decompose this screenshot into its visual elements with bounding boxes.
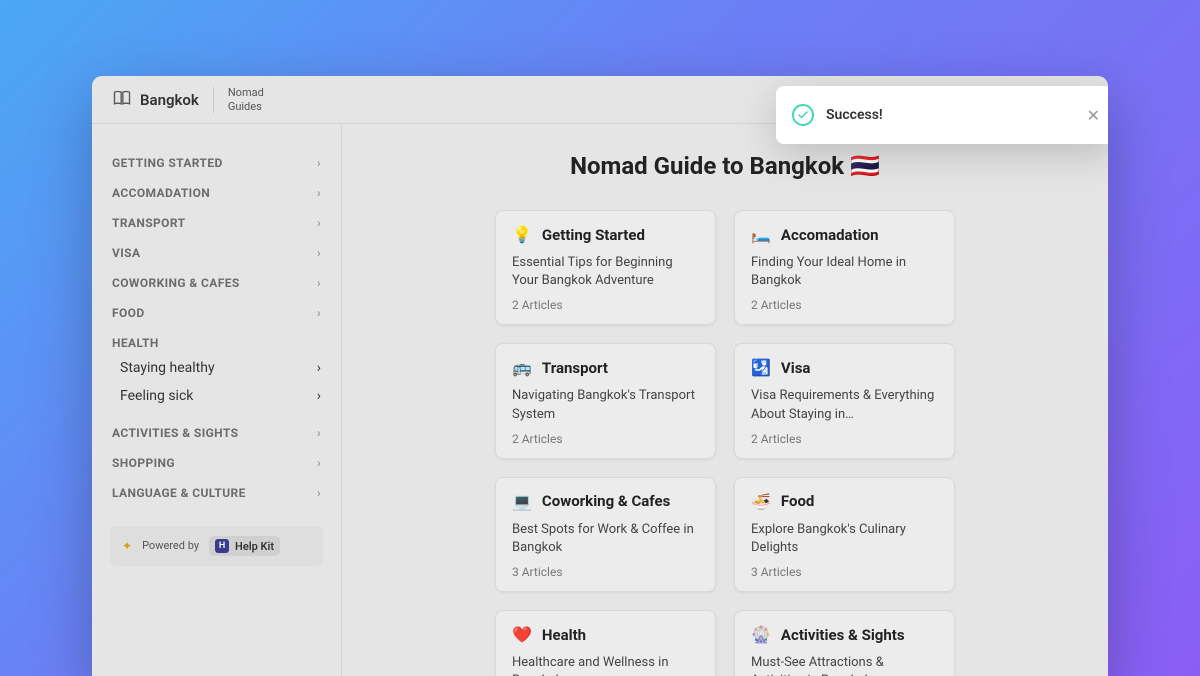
card-title: Accomadation (781, 226, 879, 244)
page-title: Nomad Guide to Bangkok 🇹🇭 (378, 152, 1072, 180)
noodles-icon: 🍜 (751, 492, 771, 511)
tagline-line-1: Nomad (228, 86, 264, 99)
card-food[interactable]: 🍜 Food Explore Bangkok's Culinary Deligh… (734, 477, 955, 592)
tagline: Nomad Guides (228, 86, 264, 112)
passport-icon: 🛂 (751, 358, 771, 377)
sparkle-icon: ✦ (122, 539, 132, 553)
success-toast: Success! ✕ (776, 86, 1108, 144)
chevron-right-icon: › (317, 426, 321, 440)
card-coworking-cafes[interactable]: 💻 Coworking & Cafes Best Spots for Work … (495, 477, 716, 592)
brand[interactable]: Bangkok (112, 88, 199, 112)
sidebar-item-label: Shopping (112, 456, 175, 470)
chevron-right-icon: › (317, 186, 321, 200)
card-desc: Finding Your Ideal Home in Bangkok (751, 254, 938, 290)
card-transport[interactable]: 🚌 Transport Navigating Bangkok's Transpo… (495, 343, 716, 458)
brand-name: Bangkok (140, 91, 199, 109)
book-icon (112, 88, 132, 112)
chevron-right-icon: › (317, 486, 321, 500)
card-visa[interactable]: 🛂 Visa Visa Requirements & Everything Ab… (734, 343, 955, 458)
helpkit-badge: H Help Kit (209, 536, 280, 556)
heart-icon: ❤️ (512, 625, 532, 644)
sidebar-item-label: Getting Started (112, 156, 223, 170)
chevron-right-icon: › (317, 246, 321, 260)
bus-icon: 🚌 (512, 358, 532, 377)
chevron-right-icon: › (317, 156, 321, 170)
chevron-right-icon: › (317, 360, 321, 376)
sidebar-item-label: Visa (112, 246, 140, 260)
card-desc: Navigating Bangkok's Transport System (512, 387, 699, 423)
sidebar-item-getting-started[interactable]: Getting Started › (110, 148, 323, 178)
card-title: Getting Started (542, 226, 645, 244)
card-title: Coworking & Cafes (542, 492, 670, 510)
divider (213, 87, 214, 113)
sidebar: Getting Started › Accomadation › Transpo… (92, 124, 342, 676)
card-activities-sights[interactable]: 🎡 Activities & Sights Must-See Attractio… (734, 610, 955, 676)
lightbulb-icon: 💡 (512, 225, 532, 244)
app-frame: Bangkok Nomad Guides Getting Started › A… (92, 76, 1108, 676)
sidebar-header-label: Health (112, 336, 159, 350)
chevron-right-icon: › (317, 276, 321, 290)
card-desc: Explore Bangkok's Culinary Delights (751, 521, 938, 557)
helpkit-label: Help Kit (235, 540, 274, 553)
sidebar-item-label: Accomadation (112, 186, 210, 200)
card-title: Visa (781, 359, 811, 377)
sidebar-item-food[interactable]: Food › (110, 298, 323, 328)
check-circle-icon (792, 104, 814, 126)
laptop-icon: 💻 (512, 492, 532, 511)
card-count: 3 Articles (751, 565, 938, 579)
main-content: Nomad Guide to Bangkok 🇹🇭 💡 Getting Star… (342, 124, 1108, 676)
close-button[interactable]: ✕ (1087, 106, 1100, 125)
card-desc: Healthcare and Wellness in Bangkok (512, 654, 699, 676)
powered-label: Powered by (142, 539, 199, 552)
sidebar-item-label: Activities & Sights (112, 426, 238, 440)
sidebar-header-health: Health (110, 328, 323, 354)
card-count: 2 Articles (751, 298, 938, 312)
card-desc: Must-See Attractions & Activities in Ban… (751, 654, 938, 676)
sidebar-item-label: Feeling sick (120, 388, 193, 404)
card-title: Food (781, 492, 814, 510)
tagline-line-2: Guides (228, 100, 264, 113)
toast-message: Success! (826, 107, 1075, 123)
chevron-right-icon: › (317, 456, 321, 470)
sidebar-item-label: Transport (112, 216, 185, 230)
card-count: 2 Articles (751, 432, 938, 446)
card-desc: Best Spots for Work & Coffee in Bangkok (512, 521, 699, 557)
chevron-right-icon: › (317, 216, 321, 230)
card-desc: Visa Requirements & Everything About Sta… (751, 387, 938, 423)
sidebar-item-label: Food (112, 306, 145, 320)
sidebar-item-language-culture[interactable]: Language & Culture › (110, 478, 323, 508)
cards-grid: 💡 Getting Started Essential Tips for Beg… (495, 210, 955, 676)
card-getting-started[interactable]: 💡 Getting Started Essential Tips for Beg… (495, 210, 716, 325)
card-health[interactable]: ❤️ Health Healthcare and Wellness in Ban… (495, 610, 716, 676)
body: Getting Started › Accomadation › Transpo… (92, 124, 1108, 676)
card-count: 2 Articles (512, 432, 699, 446)
sidebar-item-transport[interactable]: Transport › (110, 208, 323, 238)
chevron-right-icon: › (317, 306, 321, 320)
sidebar-item-accomadation[interactable]: Accomadation › (110, 178, 323, 208)
card-title: Activities & Sights (781, 626, 905, 644)
card-title: Transport (542, 359, 608, 377)
sidebar-item-shopping[interactable]: Shopping › (110, 448, 323, 478)
helpkit-icon: H (215, 539, 229, 553)
sidebar-sub-feeling-sick[interactable]: Feeling sick › (110, 382, 323, 410)
sidebar-item-coworking-cafes[interactable]: Coworking & Cafes › (110, 268, 323, 298)
bed-icon: 🛏️ (751, 225, 771, 244)
card-title: Health (542, 626, 586, 644)
chevron-right-icon: › (317, 388, 321, 404)
sidebar-item-activities-sights[interactable]: Activities & Sights › (110, 418, 323, 448)
sidebar-item-label: Coworking & Cafes (112, 276, 240, 290)
ferris-wheel-icon: 🎡 (751, 625, 771, 644)
sidebar-item-label: Language & Culture (112, 486, 246, 500)
sidebar-item-label: Staying healthy (120, 360, 215, 376)
sidebar-sub-staying-healthy[interactable]: Staying healthy › (110, 354, 323, 382)
card-desc: Essential Tips for Beginning Your Bangko… (512, 254, 699, 290)
card-count: 3 Articles (512, 565, 699, 579)
card-count: 2 Articles (512, 298, 699, 312)
powered-by-badge[interactable]: ✦ Powered by H Help Kit (110, 526, 323, 566)
card-accomadation[interactable]: 🛏️ Accomadation Finding Your Ideal Home … (734, 210, 955, 325)
sidebar-item-visa[interactable]: Visa › (110, 238, 323, 268)
